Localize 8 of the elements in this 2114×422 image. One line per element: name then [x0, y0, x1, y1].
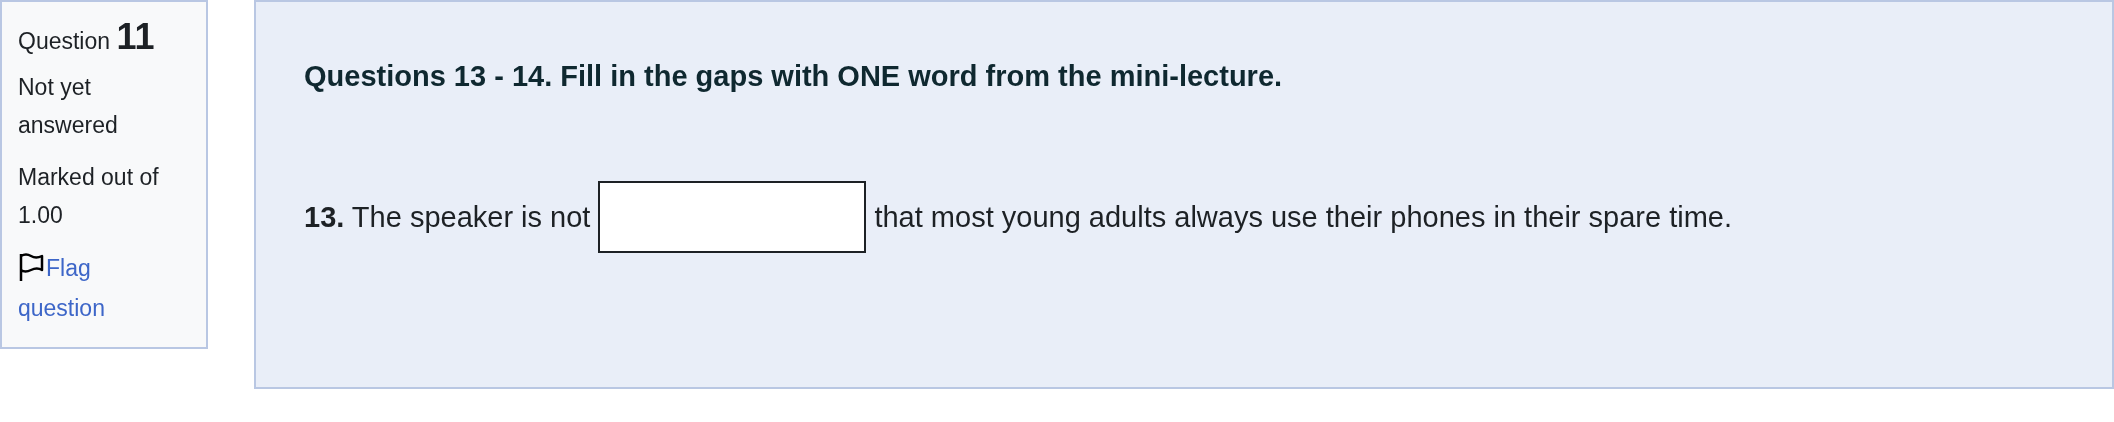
flag-question-link[interactable]: Flag question — [18, 248, 148, 328]
question-number: Question 11 — [18, 16, 156, 58]
answer-field[interactable] — [598, 181, 867, 253]
instruction-heading: Questions 13 - 14. Fill in the gaps with ONE word from the mini-lecture. — [304, 60, 1284, 93]
question-marks: Marked out of 1.00 — [18, 163, 160, 230]
sentence-start: 13. The speaker is not — [304, 200, 591, 234]
question-status: Not yet answered — [18, 73, 119, 140]
sentence-end: that most young adults always use their phones in their spare time. — [874, 200, 1732, 234]
